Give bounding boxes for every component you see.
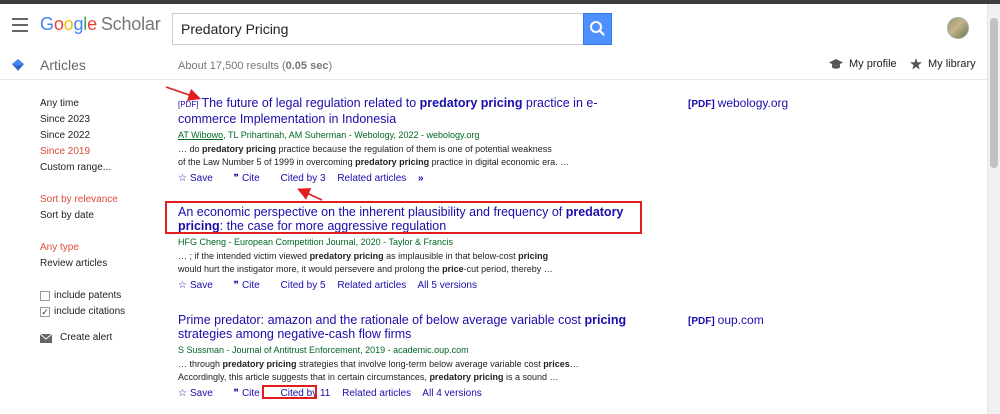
vertical-scrollbar[interactable] — [987, 4, 1000, 414]
annotation-arrow — [297, 188, 323, 201]
annotation-arrow — [165, 86, 202, 101]
annotation-arrows — [165, 86, 323, 201]
scrollbar-thumb[interactable] — [990, 18, 998, 168]
